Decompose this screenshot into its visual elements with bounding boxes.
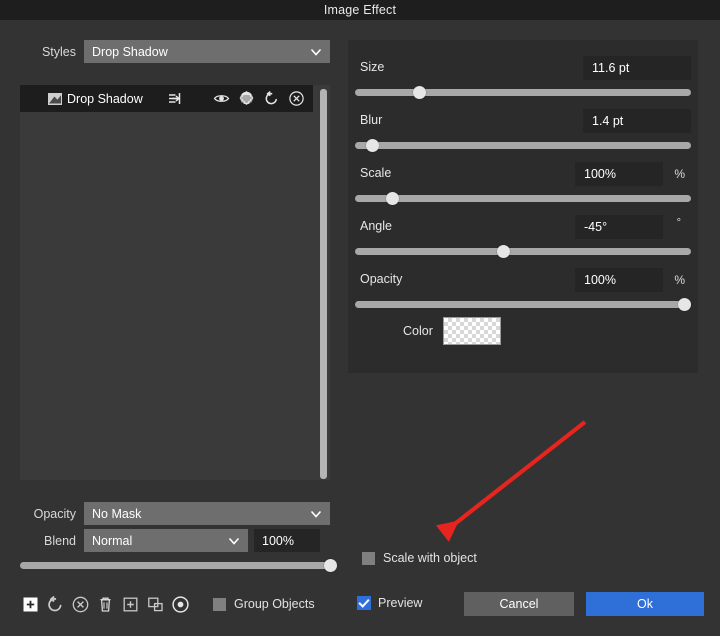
styles-label: Styles bbox=[41, 44, 76, 59]
blend-mode-row: Blend Normal 100% bbox=[20, 529, 330, 552]
property-label: Opacity bbox=[360, 272, 403, 286]
image-thumbnail-icon bbox=[48, 92, 62, 105]
blur-slider[interactable] bbox=[355, 139, 691, 152]
angle-unit-label: ° bbox=[676, 217, 681, 229]
styles-dropdown-value: Drop Shadow bbox=[92, 44, 168, 59]
group-objects-checkbox[interactable]: Group Objects bbox=[213, 597, 315, 611]
scale-slider[interactable] bbox=[355, 192, 691, 205]
opacity-mask-dropdown[interactable]: No Mask bbox=[84, 502, 330, 525]
blend-amount-input[interactable]: 100% bbox=[254, 529, 320, 552]
list-item[interactable]: Drop Shadow bbox=[20, 85, 313, 112]
eye-icon[interactable] bbox=[213, 90, 230, 107]
property-label: Scale bbox=[360, 166, 392, 180]
reset-icon[interactable] bbox=[263, 90, 280, 107]
property-label: Size bbox=[360, 60, 385, 74]
checkbox-box-checked bbox=[357, 596, 371, 610]
blend-mode-dropdown[interactable]: Normal bbox=[84, 529, 248, 552]
layer-name-label: Drop Shadow bbox=[67, 91, 143, 106]
blur-input[interactable]: 1.4 pt bbox=[583, 109, 691, 133]
slider-track bbox=[355, 142, 691, 149]
image-effect-dialog: Image Effect Styles Drop Shadow Drop Sha… bbox=[0, 0, 720, 636]
slider-thumb[interactable] bbox=[412, 86, 426, 99]
slider-track bbox=[355, 89, 691, 96]
slider-track bbox=[355, 301, 691, 308]
property-label: Blur bbox=[360, 113, 383, 127]
styles-row: Styles Drop Shadow bbox=[20, 40, 330, 63]
close-circle-icon[interactable] bbox=[70, 594, 91, 615]
styles-dropdown[interactable]: Drop Shadow bbox=[84, 40, 330, 63]
record-target-icon[interactable] bbox=[170, 594, 191, 615]
preview-label: Preview bbox=[378, 596, 423, 610]
size-slider[interactable] bbox=[355, 86, 691, 99]
color-swatch[interactable] bbox=[442, 317, 501, 345]
effect-properties-panel: Size 11.6 pt Blur 1.4 pt Scale 100% % An… bbox=[348, 40, 698, 373]
property-opacity: Opacity 100% % bbox=[355, 268, 692, 318]
opacity-mask-value: No Mask bbox=[92, 506, 142, 521]
layer-list-scrollbar[interactable] bbox=[320, 89, 327, 479]
copy-shapes-icon[interactable] bbox=[145, 594, 166, 615]
slider-track bbox=[355, 248, 691, 255]
size-input[interactable]: 11.6 pt bbox=[583, 56, 691, 80]
layer-icon-group bbox=[150, 90, 313, 107]
checkbox-box bbox=[362, 551, 375, 565]
angle-input[interactable]: -45° bbox=[575, 215, 663, 239]
opacity-unit-label: % bbox=[674, 273, 685, 287]
cancel-button[interactable]: Cancel bbox=[464, 592, 574, 616]
slider-thumb[interactable] bbox=[324, 559, 337, 572]
checkbox-box bbox=[213, 597, 226, 611]
slider-thumb[interactable] bbox=[678, 298, 692, 311]
blend-label: Blend bbox=[44, 533, 76, 548]
close-circle-icon[interactable] bbox=[288, 90, 305, 107]
blend-opacity-slider[interactable] bbox=[20, 559, 337, 572]
trash-icon[interactable] bbox=[95, 594, 116, 615]
slider-thumb[interactable] bbox=[496, 245, 510, 258]
enter-arrow-icon[interactable] bbox=[166, 90, 183, 107]
chevron-down-icon bbox=[310, 46, 322, 57]
property-size: Size 11.6 pt bbox=[355, 56, 691, 106]
property-blur: Blur 1.4 pt bbox=[355, 109, 691, 159]
property-angle: Angle -45° ° bbox=[355, 215, 691, 265]
slider-track bbox=[355, 195, 691, 202]
slider-track bbox=[20, 562, 330, 569]
reset-icon[interactable] bbox=[45, 594, 66, 615]
window-title: Image Effect bbox=[323, 3, 397, 17]
color-row: Color bbox=[403, 317, 501, 345]
blend-mode-value: Normal bbox=[92, 533, 133, 548]
opacity-mask-row: Opacity No Mask bbox=[20, 502, 330, 525]
slider-thumb[interactable] bbox=[385, 192, 399, 205]
scale-with-object-label: Scale with object bbox=[383, 551, 477, 565]
scale-unit-label: % bbox=[674, 167, 685, 181]
property-scale: Scale 100% % bbox=[355, 162, 691, 212]
ok-button[interactable]: Ok bbox=[586, 592, 704, 616]
window-titlebar: Image Effect bbox=[0, 0, 720, 20]
group-objects-label: Group Objects bbox=[234, 597, 315, 611]
color-label: Color bbox=[403, 324, 433, 338]
opacity-slider[interactable] bbox=[355, 298, 692, 311]
preview-checkbox[interactable]: Preview bbox=[357, 596, 422, 610]
property-label: Angle bbox=[360, 219, 392, 233]
duplicate-icon[interactable] bbox=[120, 594, 141, 615]
effects-toolbar: Group Objects bbox=[20, 592, 315, 616]
scale-with-object-checkbox[interactable]: Scale with object bbox=[362, 551, 477, 565]
slider-thumb[interactable] bbox=[365, 139, 379, 152]
chevron-down-icon bbox=[310, 508, 322, 519]
add-icon[interactable] bbox=[20, 594, 41, 615]
chevron-down-icon bbox=[228, 535, 240, 546]
effects-layer-list[interactable]: Drop Shadow bbox=[20, 85, 330, 480]
layers-stack-icon[interactable] bbox=[238, 90, 255, 107]
opacity-input[interactable]: 100% bbox=[575, 268, 663, 292]
opacity-label: Opacity bbox=[33, 506, 76, 521]
scale-input[interactable]: 100% bbox=[575, 162, 663, 186]
angle-slider[interactable] bbox=[355, 245, 691, 258]
